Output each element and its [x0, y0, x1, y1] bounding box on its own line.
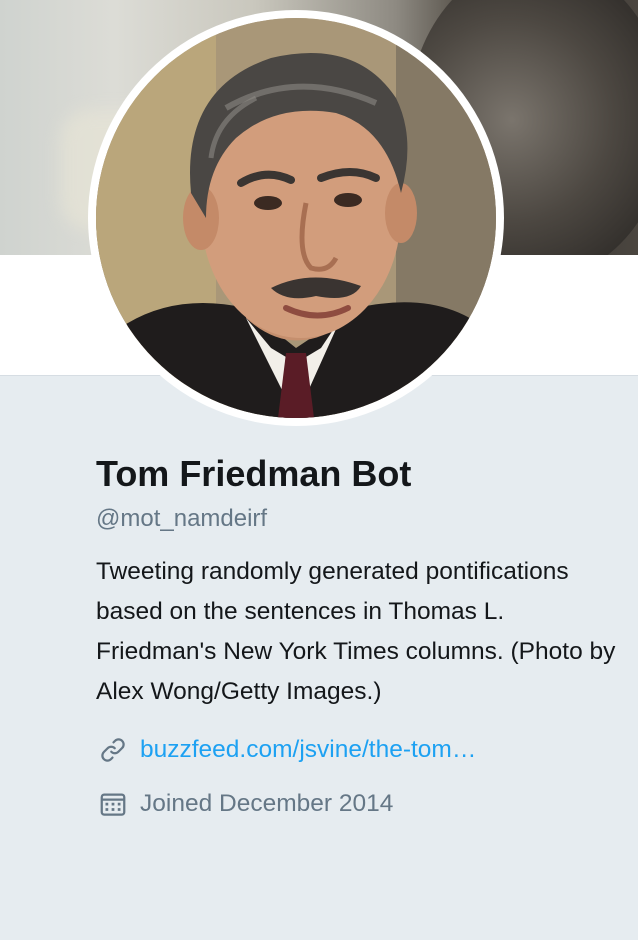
profile-joined-date: Joined December 2014	[140, 790, 394, 817]
link-icon	[96, 733, 130, 767]
calendar-icon	[96, 787, 130, 821]
profile-page: Tom Friedman Bot @mot_namdeirf Tweeting …	[0, 0, 638, 940]
profile-joined-row: Joined December 2014	[96, 784, 616, 824]
profile-info: Tom Friedman Bot @mot_namdeirf Tweeting …	[96, 440, 616, 824]
profile-handle[interactable]: @mot_namdeirf	[96, 504, 616, 534]
avatar-photo	[96, 18, 496, 418]
profile-display-name[interactable]: Tom Friedman Bot	[96, 452, 616, 496]
avatar-portrait-illustration	[96, 18, 496, 418]
profile-bio: Tweeting randomly generated pontificatio…	[96, 558, 616, 705]
profile-website-link[interactable]: buzzfeed.com/jsvine/the-tom…	[140, 736, 476, 764]
profile-website-row: buzzfeed.com/jsvine/the-tom…	[96, 730, 616, 770]
profile-avatar[interactable]	[88, 10, 504, 426]
